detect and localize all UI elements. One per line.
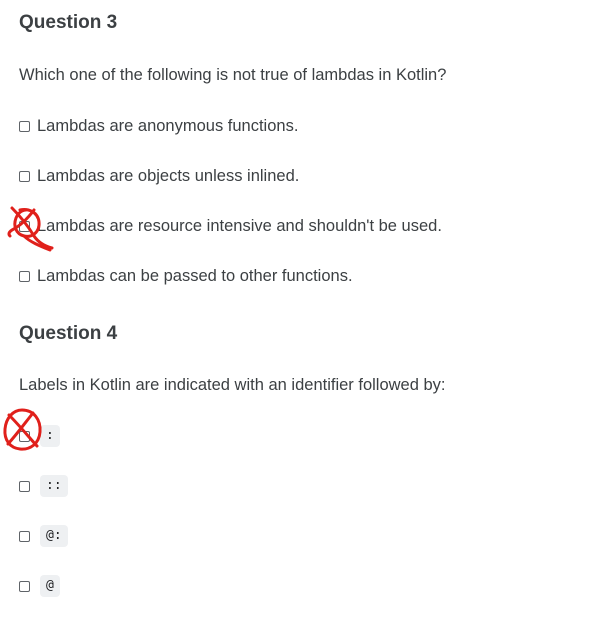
question-3-prompt: Which one of the following is not true o… — [19, 66, 447, 84]
q4-option-4-code: @ — [40, 575, 60, 597]
checkbox[interactable] — [19, 530, 30, 542]
q3-option-2[interactable]: Lambdas are objects unless inlined. — [19, 165, 299, 187]
q3-option-1[interactable]: Lambdas are anonymous functions. — [19, 115, 298, 137]
q4-option-3[interactable]: @: — [19, 525, 68, 547]
question-3-heading: Question 3 — [19, 12, 118, 33]
checkbox[interactable] — [19, 430, 30, 442]
q3-option-3[interactable]: Lambdas are resource intensive and shoul… — [19, 215, 442, 237]
checkbox[interactable] — [19, 120, 30, 132]
q4-option-1[interactable]: : — [19, 425, 60, 447]
checkbox[interactable] — [19, 580, 30, 592]
q4-option-1-code: : — [40, 425, 60, 447]
q4-option-2-code: :: — [40, 475, 68, 497]
tail-stroke — [22, 234, 52, 252]
question-4-prompt: Labels in Kotlin are indicated with an i… — [19, 376, 446, 394]
checkbox[interactable] — [19, 480, 30, 492]
q4-option-2[interactable]: :: — [19, 475, 68, 497]
question-4-heading: Question 4 — [19, 323, 118, 344]
q3-option-3-label: Lambdas are resource intensive and shoul… — [37, 216, 442, 235]
q4-option-4[interactable]: @ — [19, 575, 60, 597]
q3-option-4[interactable]: Lambdas can be passed to other functions… — [19, 265, 353, 287]
checkbox[interactable] — [19, 170, 30, 182]
q3-option-1-label: Lambdas are anonymous functions. — [37, 116, 299, 135]
checkbox[interactable] — [19, 220, 30, 232]
checkbox[interactable] — [19, 270, 30, 282]
q3-option-2-label: Lambdas are objects unless inlined. — [37, 166, 300, 185]
q3-option-4-label: Lambdas can be passed to other functions… — [37, 266, 353, 285]
q4-option-3-code: @: — [40, 525, 68, 547]
